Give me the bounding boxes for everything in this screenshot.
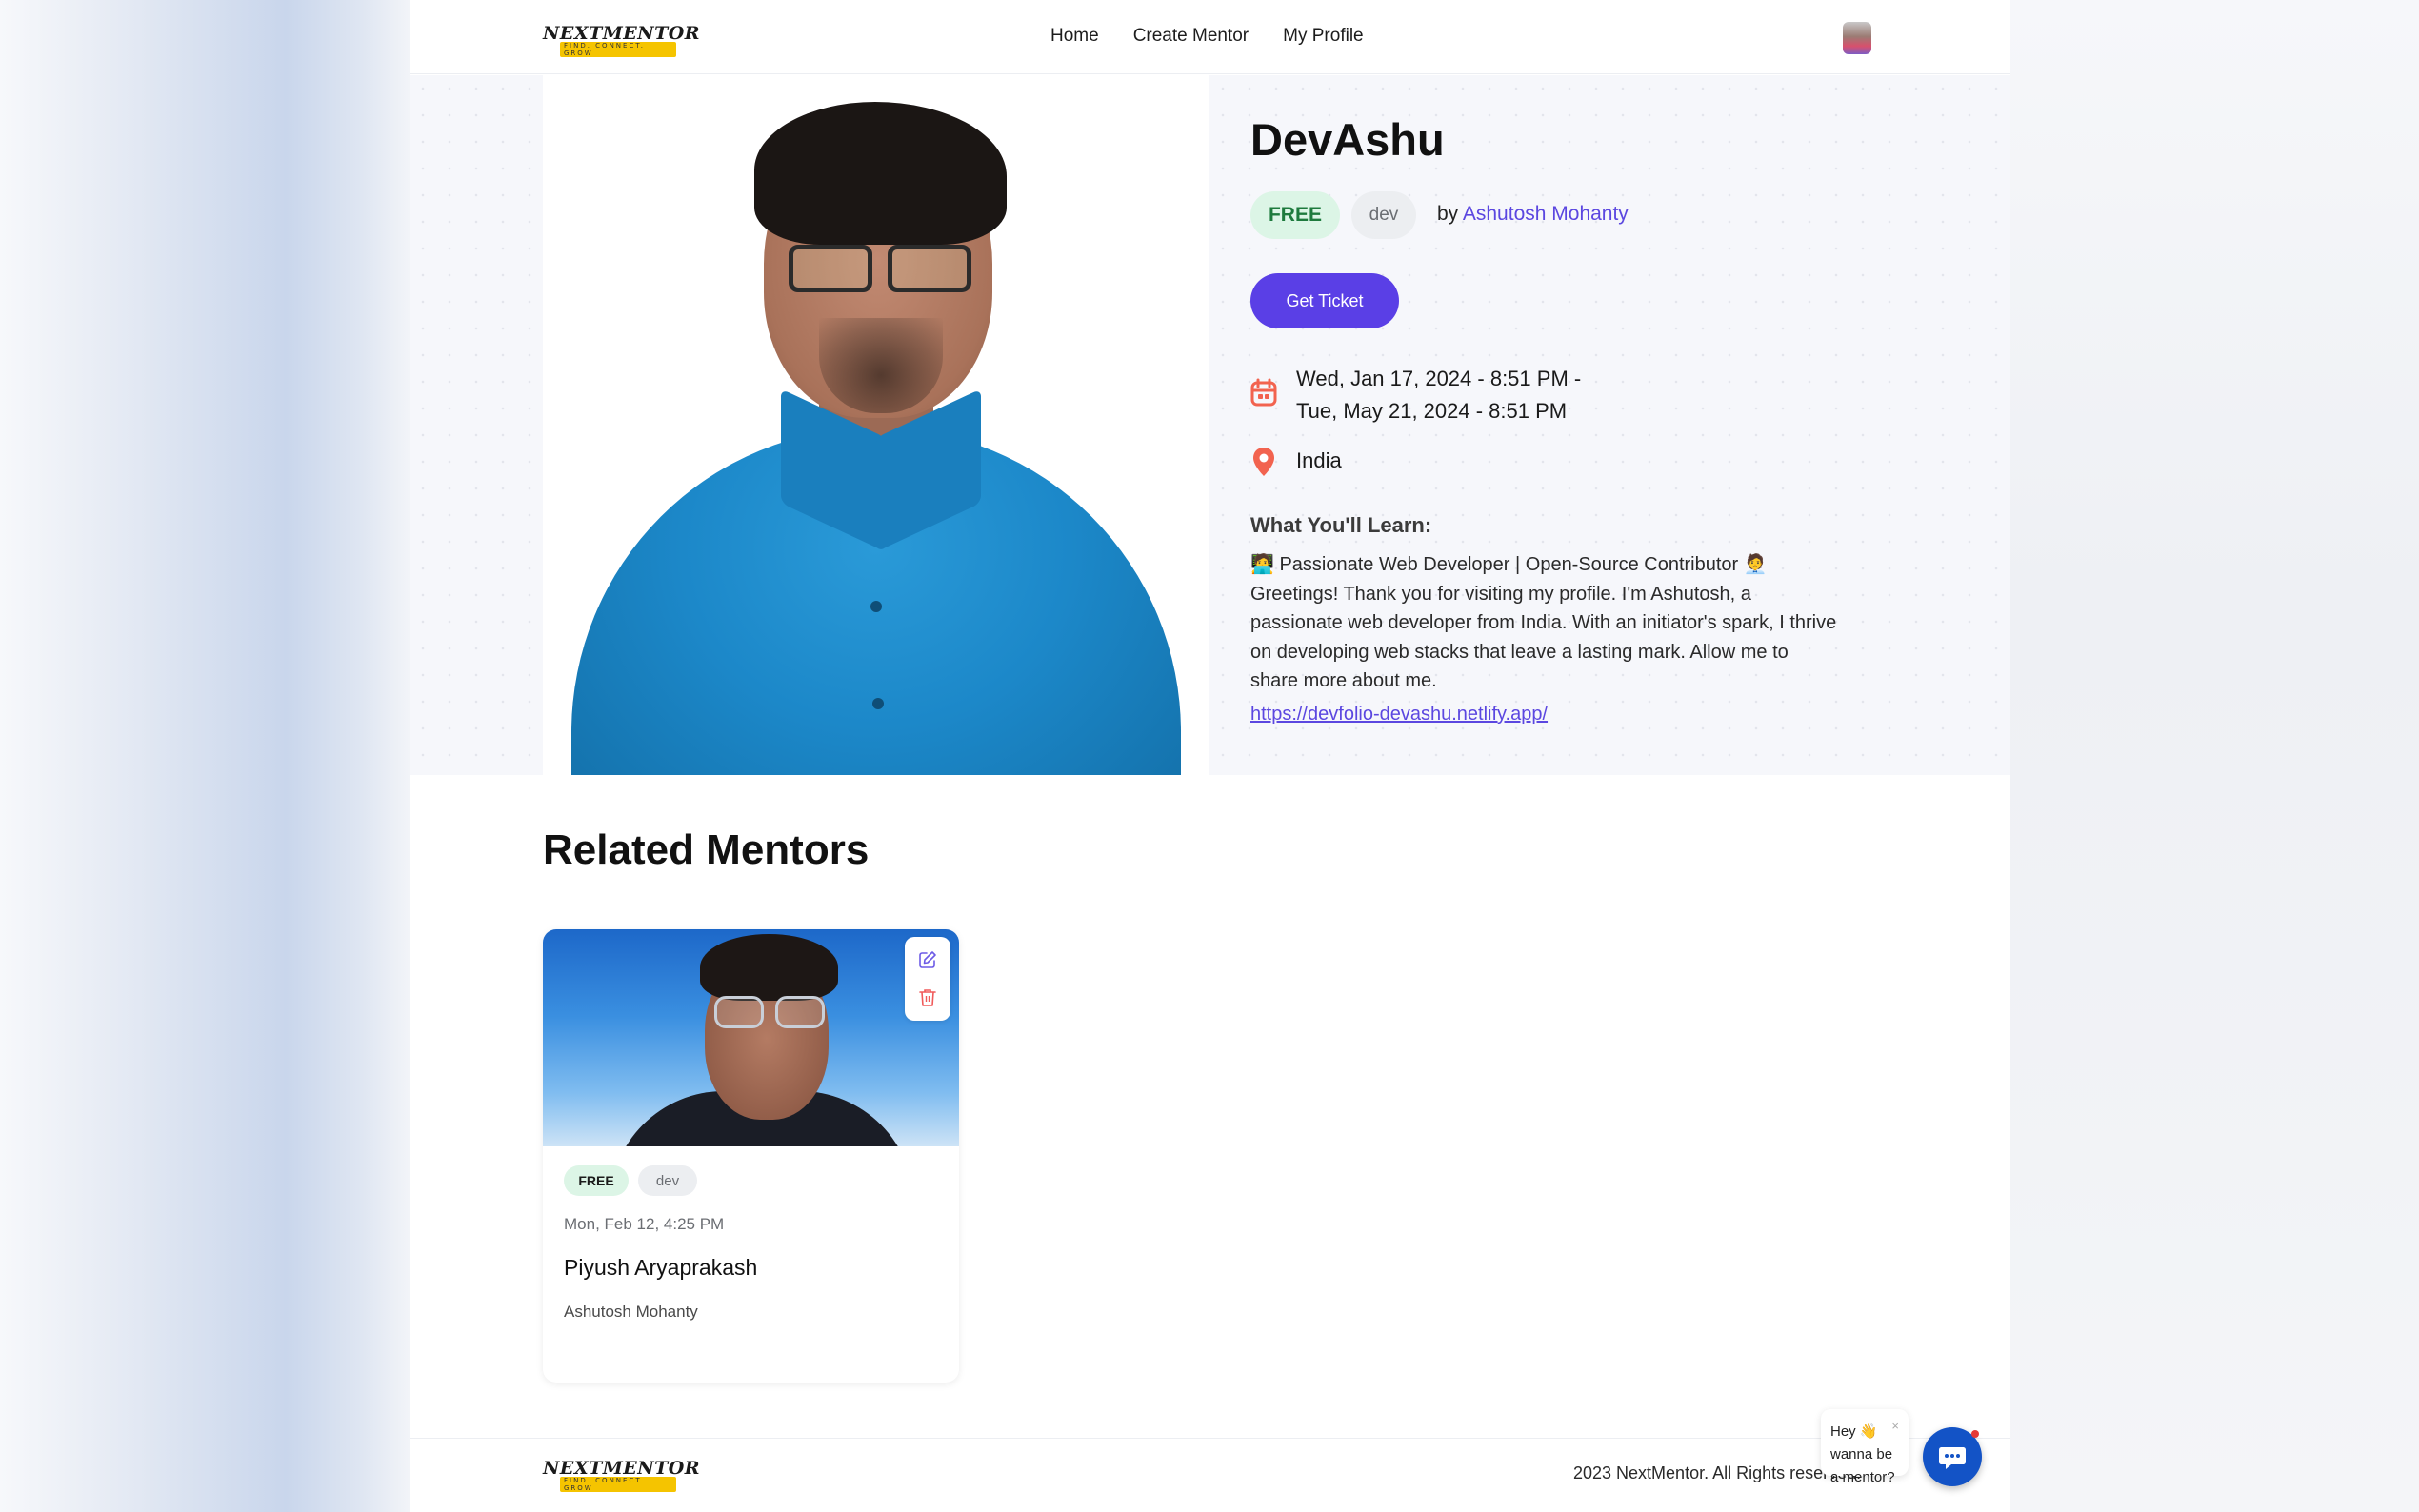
event-title: DevAshu [1250,114,1445,165]
logo-text: NEXTMENTOR [543,23,701,44]
nav-create-mentor[interactable]: Create Mentor [1133,26,1249,47]
mentor-card[interactable]: FREE dev Mon, Feb 12, 4:25 PM Piyush Ary… [543,929,959,1383]
organizer-line: by Ashutosh Mohanty [1437,203,1629,226]
event-hero: DevAshu FREE dev by Ashutosh Mohanty Get… [410,75,2010,775]
portfolio-link[interactable]: https://devfolio-devashu.netlify.app/ [1250,704,1548,726]
card-date: Mon, Feb 12, 4:25 PM [564,1215,725,1233]
nav-my-profile[interactable]: My Profile [1283,26,1363,47]
edit-icon[interactable] [918,950,937,969]
card-price-badge: FREE [564,1165,629,1196]
category-badge: dev [1351,191,1416,239]
event-description: 🧑‍💻 Passionate Web Developer | Open-Sour… [1250,554,1837,691]
footer-logo-text: NEXTMENTOR [543,1458,701,1479]
calendar-icon [1250,378,1277,407]
page: NEXTMENTOR FIND. CONNECT. GROW Home Crea… [410,0,2010,1512]
date-end: Tue, May 21, 2024 - 8:51 PM [1296,399,1568,423]
price-badge: FREE [1250,191,1340,239]
nav-home[interactable]: Home [1050,26,1099,47]
organizer-link[interactable]: Ashutosh Mohanty [1463,203,1629,225]
card-title[interactable]: Piyush Aryaprakash [564,1255,757,1281]
card-actions [905,937,950,1021]
event-date-range: Wed, Jan 17, 2024 - 8:51 PM - Tue, May 2… [1296,363,1581,428]
chat-notification-dot [1971,1430,1979,1438]
main-nav: Home Create Mentor My Profile [1050,26,1398,47]
event-location: India [1296,448,1342,472]
footer-logo[interactable]: NEXTMENTOR FIND. CONNECT. GROW [543,1458,700,1492]
get-ticket-button[interactable]: Get Ticket [1250,273,1399,328]
date-start: Wed, Jan 17, 2024 - 8:51 PM - [1296,367,1582,390]
chat-close-icon[interactable]: × [1891,1415,1899,1438]
logo[interactable]: NEXTMENTOR FIND. CONNECT. GROW [543,23,700,57]
trash-icon[interactable] [919,988,936,1007]
chat-greeting-bubble[interactable]: × Hey 👋 wanna be a mentor? [1821,1409,1909,1485]
by-label: by [1437,203,1459,225]
chat-greeting-text: Hey 👋 wanna be a mentor? [1830,1423,1895,1485]
user-avatar[interactable] [1843,22,1871,54]
card-organizer: Ashutosh Mohanty [564,1303,698,1321]
footer: NEXTMENTOR FIND. CONNECT. GROW 2023 Next… [410,1438,2010,1512]
logo-tagline: FIND. CONNECT. GROW [560,42,676,57]
top-navbar: NEXTMENTOR FIND. CONNECT. GROW Home Crea… [410,0,2010,74]
background-right [2010,0,2419,1512]
copyright-text: 2023 NextMentor. All Rights reserved. [1573,1463,1862,1482]
mentor-card-image [543,929,959,1146]
footer-logo-tagline: FIND. CONNECT. GROW [560,1477,676,1492]
card-category-badge: dev [638,1165,697,1196]
mentor-photo [543,75,1209,775]
location-pin-icon [1253,448,1274,476]
event-details: DevAshu FREE dev by Ashutosh Mohanty Get… [1250,75,1860,775]
related-mentors-heading: Related Mentors [543,826,870,873]
learn-heading: What You'll Learn: [1250,513,1432,537]
